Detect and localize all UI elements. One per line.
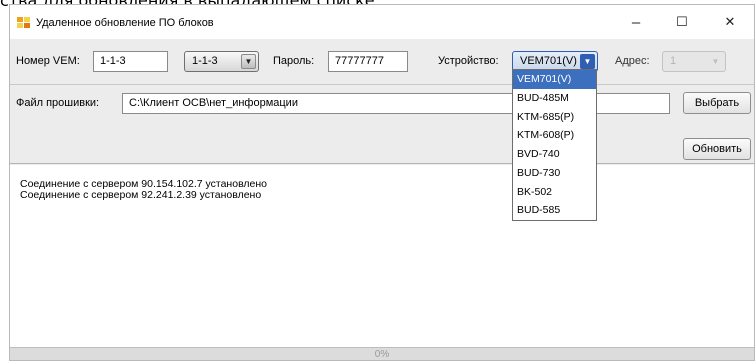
chevron-down-icon[interactable]: ▼: [241, 54, 256, 69]
vem-label: Номер VEM:: [16, 55, 80, 67]
window-title: Удаленное обновление ПО блоков: [36, 17, 214, 29]
close-icon: ✕: [724, 14, 736, 29]
vem-number-field[interactable]: 1-1-3: [93, 51, 168, 72]
chevron-down-icon[interactable]: ▼: [580, 54, 595, 69]
dropdown-option[interactable]: BUD-585: [513, 201, 596, 220]
blocks-icon: [17, 17, 31, 29]
dropdown-option[interactable]: KTM-608(P): [513, 126, 596, 145]
title-bar: Удаленное обновление ПО блоков – ☐ ✕: [10, 5, 754, 39]
progress-bar: 0%: [10, 347, 754, 360]
device-label: Устройство:: [438, 55, 499, 67]
dropdown-option[interactable]: BK-502: [513, 183, 596, 202]
address-combo[interactable]: 1 ▼: [662, 51, 726, 72]
dropdown-option[interactable]: BUD-485M: [513, 89, 596, 108]
firmware-label: Файл прошивки:: [16, 97, 100, 109]
dropdown-option[interactable]: BUD-730: [513, 164, 596, 183]
address-label: Адрес:: [615, 55, 650, 67]
chevron-down-icon: ▼: [711, 57, 720, 66]
dropdown-option[interactable]: BVD-740: [513, 145, 596, 164]
vem-combo-value: 1-1-3: [192, 55, 218, 67]
device-combo-value: VEM701(V): [520, 55, 577, 67]
device-dropdown-list[interactable]: VEM701(V) BUD-485M KTM-685(P) KTM-608(P)…: [512, 69, 597, 221]
choose-button[interactable]: Выбрать: [683, 92, 751, 114]
dropdown-option[interactable]: KTM-685(P): [513, 108, 596, 127]
update-window: Удаленное обновление ПО блоков – ☐ ✕ Ном…: [9, 4, 755, 361]
minimize-icon: –: [631, 13, 641, 31]
connection-panel: Номер VEM: 1-1-3 1-1-3 ▼ Пароль: 7777777…: [10, 39, 754, 85]
close-button[interactable]: ✕: [710, 5, 750, 39]
update-button[interactable]: Обновить: [683, 138, 751, 160]
progress-text: 0%: [374, 349, 390, 360]
firmware-panel: Файл прошивки: C:\Клиент ОСВ\нет_информа…: [10, 86, 754, 164]
log-line: Соединение с сервером 92.241.2.39 устано…: [20, 189, 262, 201]
password-label: Пароль:: [273, 55, 315, 67]
vem-combo[interactable]: 1-1-3 ▼: [184, 51, 259, 72]
log-area[interactable]: Соединение с сервером 90.154.102.7 устан…: [10, 165, 754, 347]
address-combo-value: 1: [670, 55, 677, 67]
password-field[interactable]: 77777777: [328, 51, 408, 72]
maximize-button[interactable]: ☐: [662, 5, 702, 39]
maximize-icon: ☐: [676, 14, 688, 29]
dropdown-option[interactable]: VEM701(V): [513, 70, 596, 89]
minimize-button[interactable]: –: [616, 5, 656, 39]
